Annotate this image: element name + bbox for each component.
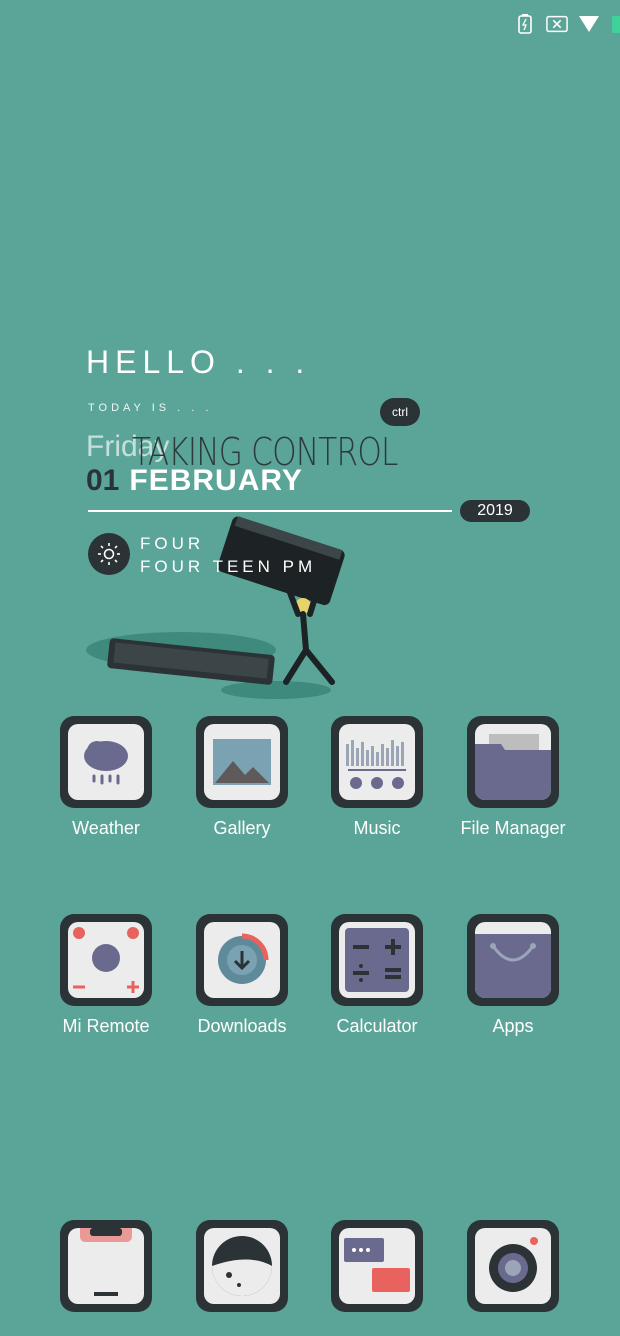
folder-icon [475, 724, 551, 800]
dock-camera[interactable] [458, 1220, 568, 1312]
app-music[interactable]: Music [322, 716, 432, 839]
month-name: FEBRUARY [129, 464, 303, 497]
app-weather[interactable]: Weather [51, 716, 161, 839]
ctrl-key-illustration [86, 516, 345, 699]
app-label: Calculator [336, 1016, 418, 1036]
time-minutes: FOUR TEEN PM [140, 557, 317, 576]
calculator-icon [339, 922, 415, 998]
app-label: Weather [72, 818, 140, 838]
gallery-icon [204, 724, 280, 800]
app-label: Gallery [213, 818, 271, 838]
date-widget[interactable]: HELLO . . . TODAY IS . . . Friday TAKING… [0, 330, 620, 710]
today-label: TODAY IS . . . [88, 402, 213, 414]
app-apps[interactable]: Apps [458, 914, 568, 1037]
time-hour: FOUR [140, 534, 205, 553]
greeting: HELLO . . . [86, 344, 311, 380]
download-icon [204, 922, 280, 998]
remote-icon [68, 922, 144, 998]
app-downloads[interactable]: Downloads [187, 914, 297, 1037]
music-icon [339, 724, 415, 800]
app-gallery[interactable]: Gallery [187, 716, 297, 839]
app-calculator[interactable]: Calculator [322, 914, 432, 1037]
camera-icon [475, 1228, 551, 1304]
dock-browser[interactable] [187, 1220, 297, 1312]
app-file-manager[interactable]: File Manager [458, 716, 568, 839]
ctrl-bubble: ctrl [380, 398, 420, 426]
app-label: Downloads [197, 1016, 287, 1036]
app-label: Music [353, 818, 401, 838]
app-label: Apps [492, 1016, 534, 1036]
app-label: Mi Remote [62, 1016, 150, 1036]
phone-icon [68, 1228, 144, 1304]
year-badge: 2019 [460, 500, 530, 522]
status-bar [514, 10, 620, 38]
sun-icon [88, 533, 130, 575]
store-icon [475, 922, 551, 998]
weather-icon [68, 724, 144, 800]
battery-level-icon [610, 13, 620, 35]
dock-messages[interactable] [322, 1220, 432, 1312]
battery-icon [514, 13, 536, 35]
no-sim-icon [546, 13, 568, 35]
messages-icon [339, 1228, 415, 1304]
dock-phone[interactable] [51, 1220, 161, 1312]
date-line: 01 FEBRUARY [86, 464, 303, 498]
browser-icon [204, 1228, 280, 1304]
wifi-icon [578, 13, 600, 35]
app-mi-remote[interactable]: Mi Remote [51, 914, 161, 1037]
date-number: 01 [86, 464, 120, 497]
app-label: File Manager [460, 818, 566, 838]
